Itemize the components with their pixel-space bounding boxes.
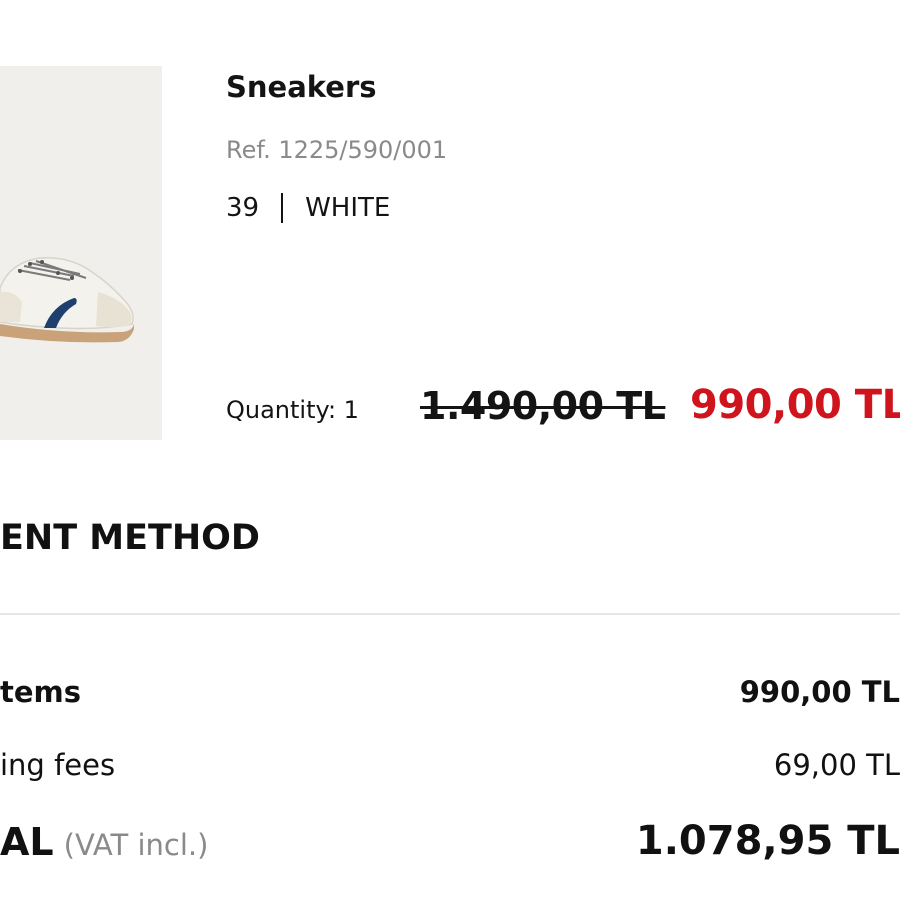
product-reference: Ref. 1225/590/001 — [226, 136, 448, 164]
section-divider — [0, 613, 900, 615]
product-variant: 39 WHITE — [226, 193, 390, 223]
total-label-group: AL (VAT incl.) — [0, 820, 208, 864]
product-quantity: Quantity: 1 — [226, 396, 359, 424]
product-size: 39 — [226, 193, 260, 223]
payment-method-title: ENT METHOD — [0, 518, 260, 558]
vat-note: (VAT incl.) — [63, 828, 209, 862]
variant-separator — [281, 193, 284, 223]
sale-price: 990,00 TL — [690, 382, 900, 428]
original-price: 1.490,00 TL — [420, 384, 666, 428]
product-image[interactable] — [0, 66, 162, 440]
shipping-value: 69,00 TL — [773, 748, 900, 782]
items-value: 990,00 TL — [739, 675, 900, 709]
shipping-label: ing fees — [0, 748, 116, 782]
total-label: AL — [0, 820, 54, 864]
sneaker-image — [0, 257, 134, 343]
checkout-page: Sneakers Ref. 1225/590/001 39 WHITE Quan… — [0, 0, 900, 900]
product-name[interactable]: Sneakers — [226, 70, 377, 104]
product-color: WHITE — [305, 193, 391, 223]
total-value: 1.078,95 TL — [635, 818, 900, 864]
items-label: tems — [0, 675, 82, 709]
